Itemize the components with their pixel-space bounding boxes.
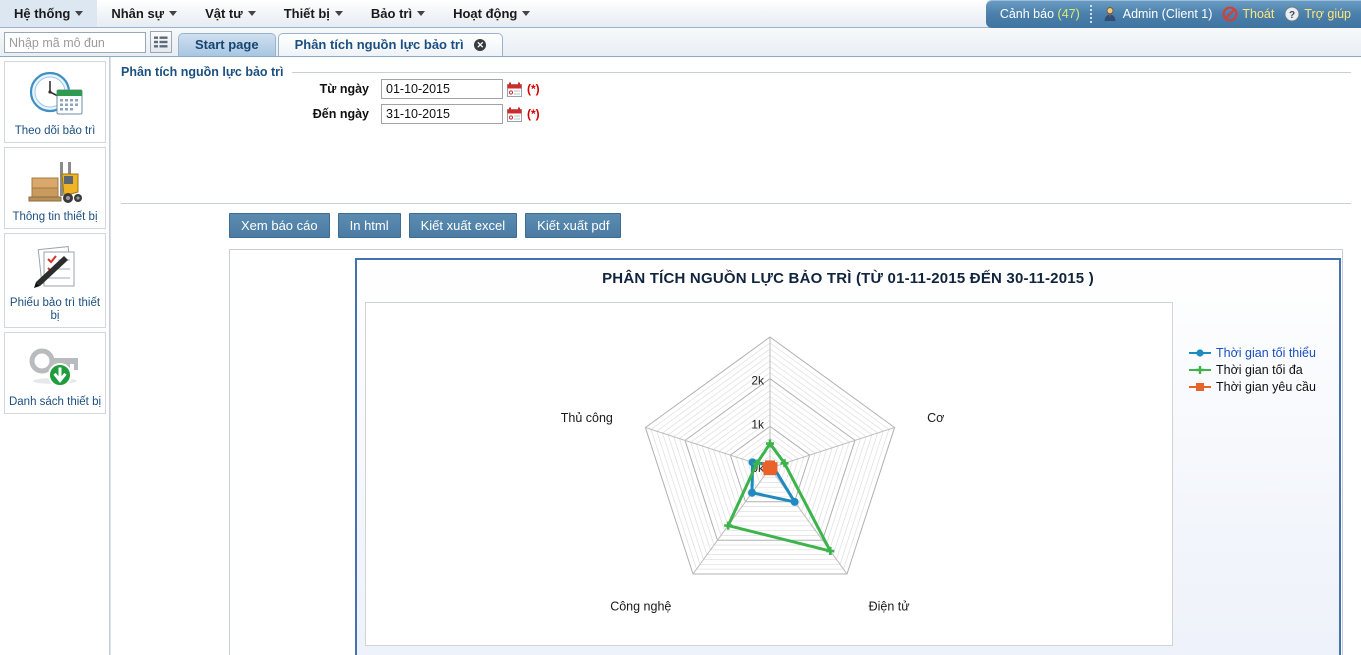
menu-bao-tri-label: Bảo trì: [370, 6, 413, 21]
chevron-down-icon: [75, 11, 84, 17]
menu-hoat-dong-label: Hoạt động: [453, 6, 518, 21]
svg-text:Cơ: Cơ: [927, 411, 944, 425]
checklist-pen-icon: [7, 240, 103, 294]
svg-text:Thủ công: Thủ công: [561, 411, 613, 425]
sidebar-item-label: Danh sách thiết bị: [8, 396, 102, 408]
print-html-button[interactable]: In html: [337, 213, 401, 238]
alert-label: Cảnh báo: [999, 7, 1055, 21]
tab-phan-tich-nguon-luc-bao-tri-label: Phân tích nguồn lực bảo trì: [294, 37, 464, 52]
report-container: PHÂN TÍCH NGUỒN LỰC BẢO TRÌ (TỪ 01-11-20…: [229, 249, 1343, 655]
legend-marker-square-icon: [1189, 382, 1211, 391]
legend-marker-plus-icon: [1189, 365, 1211, 374]
forklift-icon: [7, 154, 103, 208]
module-list-button[interactable]: [150, 31, 172, 53]
divider: [121, 203, 1351, 204]
menu-he-thong[interactable]: Hệ thống: [0, 0, 98, 27]
sidebar-item-label: Thông tin thiết bị: [12, 211, 98, 223]
view-report-button[interactable]: Xem báo cáo: [229, 213, 330, 238]
radar-plot-area: 0k1k2kĐiệnCơĐiện tửCông nghệThủ công: [365, 302, 1173, 646]
svg-text:1k: 1k: [751, 417, 765, 431]
required-mark: (*): [527, 82, 540, 96]
alert-count: (47): [1057, 7, 1080, 21]
module-code-input[interactable]: [4, 32, 146, 53]
sidebar-item-phieu-bao-tri-thiet-bi[interactable]: Phiếu bảo trì thiết bị: [4, 233, 106, 328]
chevron-down-icon: [417, 11, 426, 17]
svg-text:Điện: Điện: [757, 303, 783, 304]
alert-link[interactable]: Cảnh báo (47): [1000, 7, 1080, 21]
divider: [291, 71, 1351, 73]
list-icon: [154, 36, 168, 48]
chart-panel: PHÂN TÍCH NGUỒN LỰC BẢO TRÌ (TỪ 01-11-20…: [355, 258, 1341, 655]
clock-calendar-icon: [7, 68, 103, 122]
logout-link[interactable]: Thoát: [1242, 7, 1274, 21]
to-date-label: Đến ngày: [312, 107, 369, 121]
sidebar-item-thong-tin-thiet-bi[interactable]: Thông tin thiết bị: [4, 147, 106, 229]
legend-item-1[interactable]: Thời gian tối thiểu: [1189, 344, 1316, 361]
close-icon[interactable]: ✕: [474, 38, 487, 51]
main-content: Phân tích nguồn lực bảo trì Từ ngày 01-1…: [110, 57, 1361, 655]
export-pdf-button[interactable]: Kiết xuất pdf: [525, 213, 622, 238]
legend-item-2[interactable]: Thời gian tối đa: [1189, 361, 1316, 378]
action-button-row: Xem báo cáo In html Kiết xuất excel Kiết…: [229, 213, 629, 238]
chart-legend: Thời gian tối thiểu Thời gian tối đa Thời …: [1189, 344, 1316, 395]
legend-label: Thời gian tối đa: [1216, 362, 1303, 377]
menu-nhan-su[interactable]: Nhân sự: [97, 0, 191, 27]
user-name: Admin (Client 1): [1122, 7, 1213, 21]
page-body: Theo dõi bảo trì Thông tin thiết bị Phiế…: [0, 57, 1361, 655]
menu-thiet-bi[interactable]: Thiết bị: [270, 0, 357, 27]
from-date-input[interactable]: [381, 79, 503, 99]
legend-label: Thời gian tối thiểu: [1216, 345, 1316, 360]
help-link[interactable]: Trợ giúp: [1304, 7, 1351, 21]
export-excel-button[interactable]: Kiết xuất excel: [408, 213, 518, 238]
menu-nhan-su-label: Nhân sự: [111, 6, 165, 21]
svg-text:Điện tử: Điện tử: [869, 599, 910, 613]
chart-title: PHÂN TÍCH NGUỒN LỰC BẢO TRÌ (TỪ 01-11-20…: [602, 270, 1094, 287]
sidebar: Theo dõi bảo trì Thông tin thiết bị Phiế…: [0, 57, 110, 655]
chevron-down-icon: [522, 11, 531, 17]
tab-start-page[interactable]: Start page: [178, 33, 276, 56]
top-menu-bar: Hệ thống Nhân sự Vật tư Thiết bị Bảo trì…: [0, 0, 1361, 28]
avatar-icon: [1102, 6, 1118, 22]
report-filter-form: Từ ngày (*) Đến ngày: [121, 79, 1351, 129]
chevron-down-icon: [247, 11, 256, 17]
calendar-icon[interactable]: [507, 82, 522, 97]
from-date-label: Từ ngày: [319, 82, 369, 96]
svg-text:?: ?: [1289, 10, 1295, 21]
tab-start-page-label: Start page: [195, 37, 259, 52]
chevron-down-icon: [169, 11, 178, 17]
sidebar-item-label: Theo dõi bảo trì: [14, 125, 96, 137]
sidebar-item-label: Phiếu bảo trì thiết bị: [9, 297, 101, 322]
calendar-icon[interactable]: [507, 107, 522, 122]
form-legend: Phân tích nguồn lực bảo trì: [121, 65, 1351, 79]
radar-chart: 0k1k2kĐiệnCơĐiện tửCông nghệThủ công: [561, 303, 945, 613]
menu-vat-tu-label: Vật tư: [205, 6, 243, 21]
legend-item-3[interactable]: Thời gian yêu cầu: [1189, 378, 1316, 395]
menu-bao-tri[interactable]: Bảo trì: [357, 0, 439, 27]
divider: [1089, 5, 1092, 23]
tab-phan-tich-nguon-luc-bao-tri[interactable]: Phân tích nguồn lực bảo trì ✕: [277, 33, 504, 56]
from-date-row: Từ ngày (*): [121, 79, 1351, 99]
user-strip: Cảnh báo (47) Admin (Client 1) Thoát ? T…: [985, 0, 1361, 28]
to-date-input[interactable]: [381, 104, 503, 124]
required-mark: (*): [527, 107, 540, 121]
sidebar-item-theo-doi-bao-tri[interactable]: Theo dõi bảo trì: [4, 61, 106, 143]
sidebar-item-danh-sach-thiet-bi[interactable]: Danh sách thiết bị: [4, 332, 106, 414]
page-title: Phân tích nguồn lực bảo trì: [121, 65, 284, 79]
tab-bar: Start page Phân tích nguồn lực bảo trì ✕: [0, 28, 1361, 57]
menu-thiet-bi-label: Thiết bị: [283, 6, 330, 21]
logout-icon[interactable]: [1222, 6, 1238, 22]
key-download-icon: [7, 339, 103, 393]
svg-text:Công nghệ: Công nghệ: [610, 599, 671, 613]
to-date-row: Đến ngày (*): [121, 104, 1351, 124]
menu-he-thong-label: Hệ thống: [14, 6, 71, 21]
help-icon[interactable]: ?: [1284, 6, 1300, 22]
menu-vat-tu[interactable]: Vật tư: [191, 0, 270, 27]
menu-hoat-dong[interactable]: Hoạt động: [439, 0, 544, 27]
svg-text:2k: 2k: [751, 374, 765, 388]
legend-label: Thời gian yêu cầu: [1216, 379, 1316, 394]
chevron-down-icon: [334, 11, 343, 17]
legend-marker-circle-icon: [1189, 348, 1211, 357]
